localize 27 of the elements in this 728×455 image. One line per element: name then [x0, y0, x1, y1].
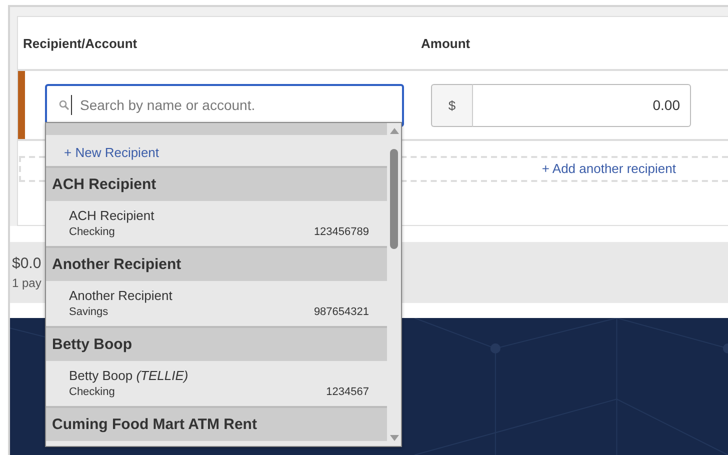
group-header: Cuming Food Mart ATM Rent — [46, 408, 387, 441]
recipient-option[interactable]: Another Recipient Savings 987654321 — [46, 281, 387, 328]
group-header: Another Recipient — [46, 248, 387, 281]
recipient-option[interactable]: Betty Boop (TELLIE) Checking 1234567 — [46, 361, 387, 408]
column-header: Recipient/Account — [22, 36, 138, 50]
search-field[interactable]: Search by name or account. — [45, 84, 404, 126]
recipient-name: Another Recipient — [69, 288, 174, 303]
column-header: Amount — [421, 36, 470, 50]
recipient-option[interactable]: ACH Recipient Checking 123456789 — [46, 201, 387, 248]
group-header: Betty Boop — [46, 328, 387, 361]
group-header: ACH Recipient — [46, 168, 387, 201]
account-type: Savings — [69, 306, 108, 318]
account-number: 987654321 — [314, 306, 369, 318]
total-amount: $0.0 — [12, 255, 42, 272]
scrollbar-thumb[interactable] — [390, 149, 398, 249]
search-icon — [59, 100, 69, 110]
account-number: 1234567 — [326, 386, 369, 398]
currency-addon: $ — [431, 84, 473, 126]
recipient-name: ACH Recipient — [69, 208, 156, 223]
account-number: 123456789 — [314, 226, 369, 238]
account-type: Checking — [69, 386, 115, 398]
row-marker — [18, 71, 25, 139]
recipient-name: Betty Boop (TELLIE) — [69, 368, 190, 383]
scroll-down-icon[interactable] — [390, 435, 398, 441]
amount-input[interactable]: 0.00 — [473, 84, 691, 126]
account-type: Checking — [69, 226, 115, 238]
payment-count: 1 pay — [12, 276, 42, 290]
